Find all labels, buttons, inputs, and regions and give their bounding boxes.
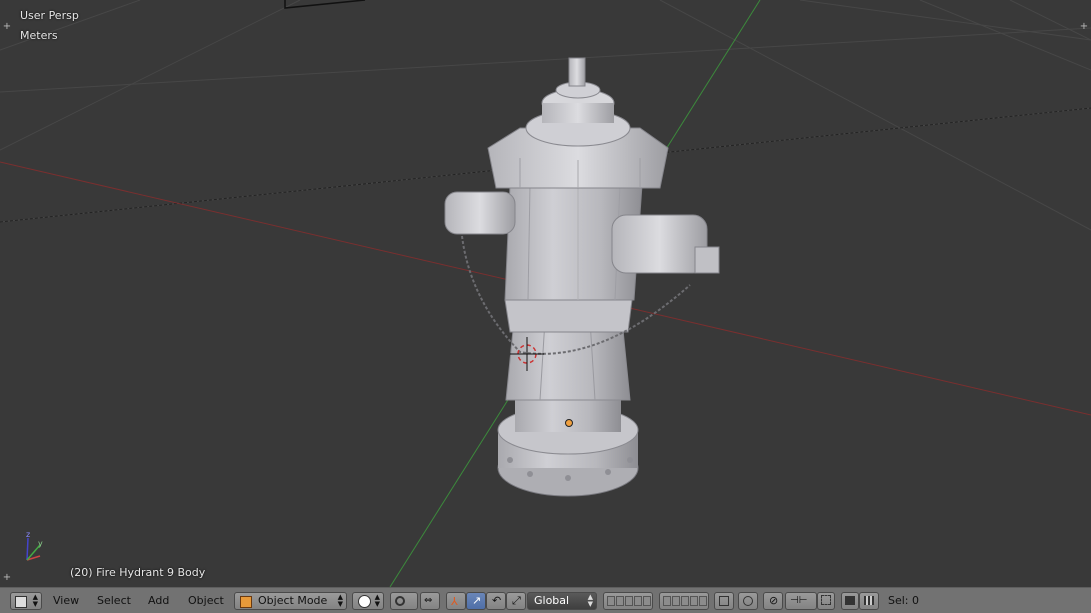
region-plus-icon-bottom[interactable]: + (2, 573, 12, 583)
fire-hydrant-model[interactable] (444, 57, 720, 497)
region-plus-icon-right[interactable]: + (1079, 22, 1089, 32)
menu-object[interactable]: Object (188, 593, 224, 609)
translate-button[interactable]: ↗ (466, 592, 486, 610)
rotate-icon: ↶ (492, 594, 502, 607)
chevron-updown-icon: ▲ ▼ (587, 593, 593, 608)
editor-type-icon (15, 596, 27, 608)
view-name-label: User Persp (20, 9, 79, 22)
selection-count: Sel: 0 (888, 594, 920, 607)
snap-target-button[interactable] (817, 592, 835, 610)
pivot-point-select[interactable] (390, 592, 418, 610)
snap-element-select[interactable]: ⊣⊢ (785, 592, 817, 610)
axis-gizmo: z y (26, 530, 43, 561)
chevron-updown-icon: ▲ ▼ (337, 593, 343, 608)
scene-canvas[interactable]: z y (0, 0, 1091, 587)
render-opengl-button[interactable] (841, 592, 859, 610)
shading-sphere-icon (358, 595, 371, 608)
snap-toggle[interactable]: ⊘ (763, 592, 783, 610)
active-object-label: (20) Fire Hydrant 9 Body (70, 566, 206, 579)
mode-label: Object Mode (258, 594, 328, 607)
viewport-shading-select[interactable]: ▲ ▼ (352, 592, 384, 610)
mode-select[interactable]: Object Mode ▲ ▼ (234, 592, 347, 610)
chevron-updown-icon: ▲ ▼ (32, 593, 38, 608)
snap-target-icon: ⊣⊢ (790, 595, 808, 606)
scale-icon: ⤢ (512, 594, 521, 607)
3d-viewport[interactable]: z y User Persp Meters (20) Fire Hydrant … (0, 0, 1091, 587)
translate-icon: ↗ (472, 594, 482, 607)
object-mode-icon (240, 596, 252, 608)
clapper-icon (864, 596, 874, 605)
rotate-button[interactable]: ↶ (486, 592, 506, 610)
render-animation-button[interactable] (859, 592, 879, 610)
svg-text:z: z (26, 530, 30, 539)
orientation-label: Global (534, 594, 570, 607)
viewport-header: ▲ ▼ View Select Add Object Object Mode ▲ ▼… (0, 587, 1091, 613)
manipulator-mode-button[interactable]: ⅄ (446, 592, 466, 610)
units-label: Meters (20, 29, 58, 42)
scale-button[interactable]: ⤢ (506, 592, 526, 610)
manipulator-toggle[interactable]: ⇔ (420, 592, 440, 610)
manipulator-icon: ⇔ (424, 595, 433, 606)
menu-view[interactable]: View (53, 593, 79, 609)
pivot-icon (395, 596, 405, 606)
snap-grid-icon (821, 595, 831, 605)
menu-select[interactable]: Select (97, 593, 131, 609)
transform-orientation-select[interactable]: Global ▲ ▼ (527, 592, 597, 610)
layers-group-1[interactable] (603, 592, 653, 610)
proportional-edit-button[interactable] (738, 592, 758, 610)
menu-add[interactable]: Add (148, 593, 169, 609)
proportional-icon (743, 596, 753, 606)
region-plus-icon[interactable]: + (2, 22, 12, 32)
lock-icon (719, 596, 729, 606)
object-origin (565, 419, 573, 427)
lock-layers-button[interactable] (714, 592, 734, 610)
svg-text:y: y (38, 539, 43, 548)
layers-group-2[interactable] (659, 592, 709, 610)
render-icon (845, 596, 855, 605)
editor-type-button[interactable]: ▲ ▼ (10, 592, 42, 610)
snap-icon: ⊘ (769, 594, 779, 607)
chevron-updown-icon: ▲ ▼ (374, 593, 380, 608)
axis-icon: ⅄ (451, 595, 458, 608)
